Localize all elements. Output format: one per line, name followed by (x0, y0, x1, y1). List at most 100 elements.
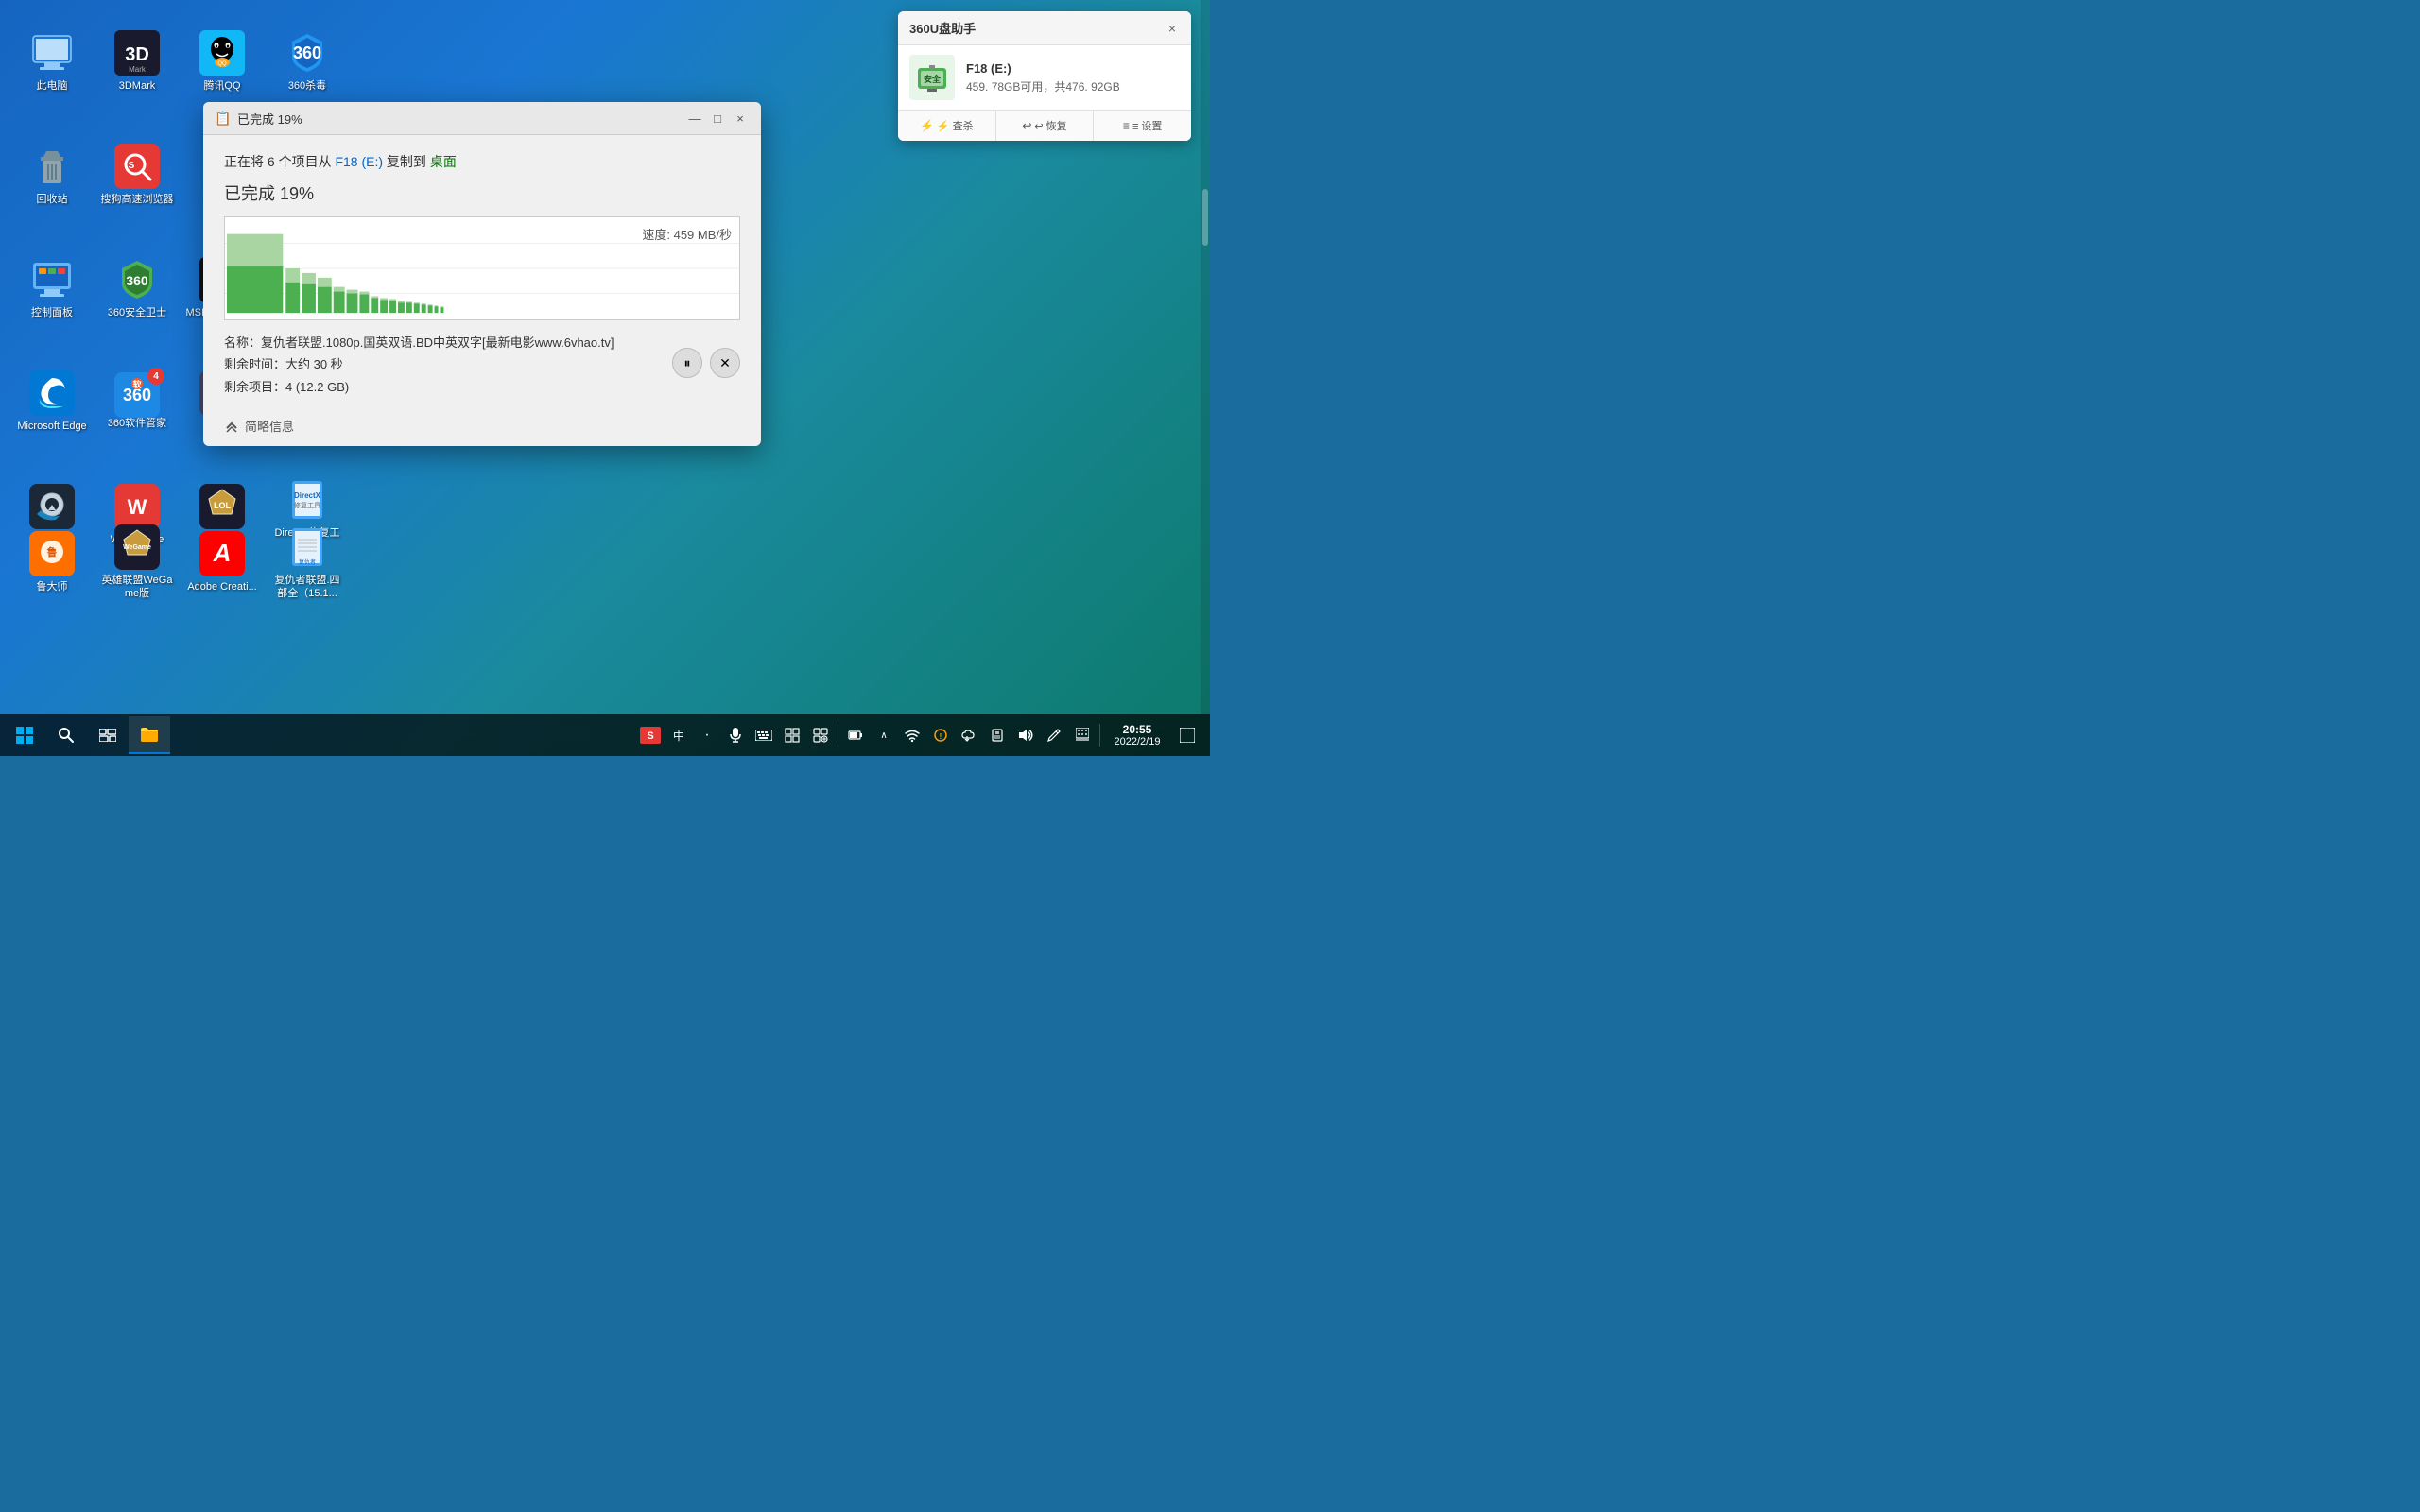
usb-drive-tray-icon (990, 728, 1005, 743)
copy-dialog-maximize-btn[interactable]: □ (708, 109, 727, 128)
tray-drive-icon[interactable] (984, 716, 1011, 754)
source-drive: F18 (E:) (335, 154, 383, 169)
update-icon: ! (933, 728, 948, 743)
copy-dialog-controls: — □ × (685, 109, 750, 128)
copy-dialog-icon: 📋 (215, 111, 230, 126)
taskbar-notification-btn[interactable] (1172, 716, 1202, 754)
copy-time-remaining: 剩余时间：大约 30 秒 (224, 353, 740, 375)
copy-dialog-title-text: 已完成 19% (237, 110, 302, 128)
usb-drive-icon: 安全 (909, 55, 955, 100)
desktop-icon-3dmark-label: 3DMark (119, 80, 156, 93)
ime-zh-label: 中 (673, 728, 684, 744)
restore-icon: ↩ (1022, 119, 1031, 132)
tray-ime-dot-icon[interactable]: · (694, 716, 720, 754)
tray-mic-icon[interactable] (722, 716, 749, 754)
pause-icon: ⏸ (684, 355, 691, 371)
copy-stop-btn[interactable]: ✕ (710, 348, 740, 378)
usb-notification-close-btn[interactable]: × (1165, 21, 1180, 36)
desktop-icon-avengers[interactable]: 复仇者 复仇者联盟.四部全（15.1... (265, 510, 350, 614)
tray-more-icon[interactable] (807, 716, 834, 754)
svg-text:LOL: LOL (214, 501, 231, 510)
usb-drive-space: 459. 78GB可用，共476. 92GB (966, 78, 1180, 94)
tray-pen-icon[interactable] (1041, 716, 1067, 754)
taskbar-file-explorer-btn[interactable] (129, 716, 170, 754)
svg-text:复仇者: 复仇者 (299, 558, 316, 566)
desktop-icon-360virus-label: 360杀毒 (288, 80, 326, 93)
tray-ime-zh-icon[interactable]: 中 (666, 716, 692, 754)
copy-summary-toggle[interactable]: 简略信息 (224, 417, 294, 435)
desktop-icon-360soft[interactable]: 360 软 4 360软件管家 (95, 350, 180, 454)
cloud-icon (960, 729, 977, 742)
desktop-icon-zhuma-label: 鲁大师 (37, 581, 68, 593)
copy-action-btns: ⏸ ✕ (672, 348, 740, 378)
right-scrollbar[interactable] (1201, 0, 1210, 714)
windows-logo-icon (15, 726, 34, 745)
desktop-icon-360virus[interactable]: 360 360杀毒 (265, 9, 350, 113)
desktop-icon-qq[interactable]: QQ 腾讯QQ (180, 9, 265, 113)
volume-icon (1017, 728, 1034, 743)
desktop-icon-wegame[interactable]: WeGame 英雄联盟WeGame版 (95, 510, 180, 614)
usb-settings-btn[interactable]: ≡ ≡ 设置 (1094, 111, 1191, 141)
desktop-icon-recycle[interactable]: 回收站 (9, 123, 95, 227)
tray-chevron-icon[interactable]: ∧ (871, 716, 897, 754)
lightning-icon: ⚡ (920, 119, 934, 132)
taskbar-clock[interactable]: 20:55 2022/2/19 (1104, 723, 1170, 747)
settings-icon: ≡ (1123, 119, 1130, 132)
clock-time: 20:55 (1123, 723, 1152, 736)
desktop-icon-3dmark[interactable]: 3D Mark 3DMark (95, 9, 180, 113)
desktop-icon-controlpanel[interactable]: 控制面板 (9, 236, 95, 340)
usb-notification-actions: ⚡ ⚡ 查杀 ↩ ↩ 恢复 ≡ ≡ 设置 (898, 110, 1191, 141)
svg-text:360: 360 (126, 273, 148, 288)
search-icon (58, 727, 75, 744)
desktop-icon-360soft-label: 360软件管家 (108, 418, 166, 430)
svg-text:360: 360 (293, 43, 321, 62)
dest-folder: 桌面 (430, 154, 457, 169)
usb-restore-btn[interactable]: ↩ ↩ 恢复 (996, 111, 1095, 141)
tray-360update-icon[interactable]: ! (927, 716, 954, 754)
taskbar: S 中 · (0, 714, 1210, 756)
desktop-icon-adobe-label: Adobe Creati... (187, 581, 256, 593)
tray-volume-icon[interactable] (1012, 716, 1039, 754)
usb-notification-title: 360U盘助手 (909, 19, 976, 37)
desktop-icon-sougou-label: 搜狗高速浏览器 (101, 194, 174, 206)
svg-text:Mark: Mark (129, 65, 147, 74)
tray-ime-s-icon[interactable]: S (637, 716, 664, 754)
desktop-icon-wegame-label: 英雄联盟WeGame版 (99, 575, 175, 599)
svg-text:DirectX: DirectX (294, 491, 321, 500)
battery-icon (848, 728, 863, 743)
copy-dialog-close-btn[interactable]: × (731, 109, 750, 128)
tray-battery-icon[interactable] (842, 716, 869, 754)
desktop-icon-zhuma[interactable]: 鲁 鲁大师 (9, 510, 95, 614)
copy-pause-btn[interactable]: ⏸ (672, 348, 702, 378)
desktop-icon-360safe[interactable]: 360 360安全卫士 (95, 236, 180, 340)
tray-keyboard-icon[interactable] (751, 716, 777, 754)
taskbar-search-btn[interactable] (45, 716, 87, 754)
copy-dialog-title-left: 📋 已完成 19% (215, 110, 302, 128)
svg-text:S: S (129, 161, 135, 171)
summary-toggle-label: 简略信息 (245, 417, 294, 435)
tray-touch-icon[interactable] (1069, 716, 1096, 754)
file-explorer-icon (139, 725, 160, 744)
microphone-icon (729, 728, 742, 743)
desktop-icon-adobe[interactable]: A Adobe Creati... (180, 510, 265, 614)
tray-grid-icon[interactable] (779, 716, 805, 754)
scrollbar-thumb[interactable] (1202, 189, 1208, 246)
desktop-icon-computer[interactable]: 此电脑 (9, 9, 95, 113)
taskbar-task-view-btn[interactable] (87, 716, 129, 754)
copy-file-info: 名称：复仇者联盟.1080p.国英双语.BD中英双字[最新电影www.6vhao… (224, 332, 740, 398)
usb-scan-btn[interactable]: ⚡ ⚡ 查杀 (898, 111, 996, 141)
clock-date: 2022/2/19 (1115, 736, 1161, 747)
desktop-icon-sougou[interactable]: S 搜狗高速浏览器 (95, 123, 180, 227)
copy-dialog-minimize-btn[interactable]: — (685, 109, 704, 128)
tray-divider-2 (1099, 724, 1100, 747)
tray-cloud-icon[interactable] (956, 716, 982, 754)
touch-keyboard-icon (1076, 728, 1089, 743)
notification-icon (1180, 728, 1195, 743)
copy-progress-title: 已完成 19% (224, 180, 740, 205)
desktop-icon-computer-label: 此电脑 (37, 80, 68, 93)
taskbar-start-btn[interactable] (4, 716, 45, 754)
ime-dot-label: · (704, 727, 709, 744)
desktop-icon-edge[interactable]: Microsoft Edge (9, 350, 95, 454)
tray-wifi-icon[interactable] (899, 716, 925, 754)
copy-file-name: 名称：复仇者联盟.1080p.国英双语.BD中英双字[最新电影www.6vhao… (224, 332, 740, 353)
